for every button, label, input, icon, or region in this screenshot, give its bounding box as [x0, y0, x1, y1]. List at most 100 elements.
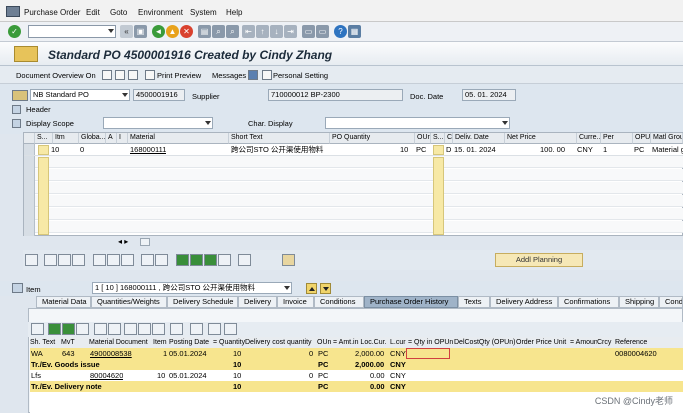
char-display-select[interactable] — [325, 117, 510, 129]
document-overview-button[interactable]: Document Overview On — [16, 71, 96, 80]
total-icon[interactable] — [218, 254, 231, 266]
last-page-icon[interactable]: ⇥ — [284, 25, 297, 38]
enter-icon[interactable]: ✓ — [8, 25, 21, 38]
unlock-icon[interactable] — [121, 254, 134, 266]
create-icon[interactable] — [102, 70, 112, 80]
cell-short-text[interactable]: 跨公司STO 公开渠使用物料 — [231, 144, 328, 155]
next-page-icon[interactable]: ↓ — [270, 25, 283, 38]
paste-row-icon[interactable] — [155, 254, 168, 266]
exit-icon[interactable]: ▲ — [166, 25, 179, 38]
select-all-header[interactable] — [24, 133, 35, 144]
details-icon[interactable] — [25, 254, 38, 266]
cell-item[interactable]: 10 — [51, 144, 59, 155]
col-delcostqty-opun[interactable]: DelCostQty (OPUn) — [454, 337, 516, 348]
addl-planning-button[interactable]: Addl Planning — [495, 253, 583, 267]
cell-oun[interactable]: PC — [416, 144, 426, 155]
info-icon[interactable] — [190, 323, 203, 335]
empty-row[interactable] — [35, 156, 683, 168]
scroll-box[interactable] — [140, 238, 150, 246]
sum-icon[interactable] — [94, 323, 107, 335]
col-amt-loc-cur[interactable]: = Amt.in Loc.Cur. — [333, 337, 390, 348]
col-qty-in-opun[interactable]: = Qty in OPUn — [408, 337, 454, 348]
col-deliv-date[interactable]: Deliv. Date — [453, 133, 505, 144]
col-mvt[interactable]: MvT — [61, 337, 89, 348]
tab-delivery-address[interactable]: Delivery Address — [490, 296, 558, 308]
col-l-cur[interactable]: L.cur — [390, 337, 408, 348]
table-row[interactable]: Tr./Ev. Delivery note 10 PC 0.00 CNY — [30, 381, 683, 392]
row-selector-column[interactable] — [24, 156, 35, 236]
col-quantity[interactable]: = Quantity — [213, 337, 245, 348]
messages-button[interactable]: Messages — [212, 71, 246, 80]
menu-goto[interactable]: Goto — [110, 8, 127, 17]
col-material-document[interactable]: Material Document — [89, 337, 153, 348]
col-material[interactable]: Material — [128, 133, 229, 144]
menu-system[interactable]: System — [190, 8, 217, 17]
col-oun[interactable]: OUn — [317, 337, 333, 348]
deselect-all-icon[interactable] — [58, 254, 71, 266]
tab-quantities-weights[interactable]: Quantities/Weights — [91, 296, 167, 308]
personal-setting-icon[interactable] — [262, 70, 272, 80]
col-crcy[interactable]: Crcy — [597, 337, 615, 348]
item-select[interactable]: 1 [ 10 ] 168000111 , 跨公司STO 公开渠使用物料 — [92, 282, 292, 294]
new-session-icon[interactable]: ▭ — [302, 25, 315, 38]
tab-purchase-order-history[interactable]: Purchase Order History — [364, 296, 458, 308]
menu-purchase-order[interactable]: Purchase Order — [24, 8, 80, 17]
cell-deliv-date[interactable]: 15. 01. 2024 — [454, 144, 496, 155]
tab-texts[interactable]: Texts — [458, 296, 490, 308]
first-page-icon[interactable]: ⇤ — [242, 25, 255, 38]
menu-environment[interactable]: Environment — [138, 8, 183, 17]
empty-row[interactable] — [35, 221, 683, 233]
col-per[interactable]: Per — [601, 133, 633, 144]
change-icon[interactable] — [115, 70, 125, 80]
select-block-icon[interactable] — [72, 254, 85, 266]
col-item[interactable]: Itm — [53, 133, 79, 144]
empty-row[interactable] — [35, 182, 683, 194]
sort-descending-icon[interactable] — [62, 323, 75, 335]
layout-menu-icon[interactable]: ▦ — [348, 25, 361, 38]
col-delivery-cost-quantity[interactable]: Delivery cost quantity — [245, 337, 317, 348]
refresh-icon[interactable] — [224, 323, 237, 335]
tab-invoice[interactable]: Invoice — [277, 296, 314, 308]
back-icon[interactable]: ◄ — [152, 25, 165, 38]
cell-material-document[interactable]: 4900008538 — [90, 348, 132, 359]
col-status[interactable]: S... — [35, 133, 53, 144]
tab-shipping[interactable]: Shipping — [619, 296, 659, 308]
cell-matl-group[interactable]: Material g — [652, 144, 683, 155]
item-detail-expand-icon[interactable] — [12, 283, 23, 293]
tab-delivery-schedule[interactable]: Delivery Schedule — [167, 296, 238, 308]
info-icon[interactable] — [248, 70, 258, 80]
tab-confirmations[interactable]: Confirmations — [558, 296, 619, 308]
delete-icon[interactable] — [93, 254, 106, 266]
tab-conditions[interactable]: Conditions — [314, 296, 364, 308]
scroll-left-right-icon[interactable]: ◂ ▸ — [118, 237, 128, 246]
planning-icon[interactable] — [282, 254, 295, 266]
filter-icon[interactable] — [76, 323, 89, 335]
col-s[interactable]: S... — [431, 133, 445, 144]
col-reference[interactable]: Reference — [615, 337, 683, 348]
next-item-button[interactable] — [320, 283, 331, 294]
save-icon[interactable]: ▣ — [134, 25, 147, 38]
personal-setting-button[interactable]: Personal Setting — [273, 71, 328, 80]
empty-row[interactable] — [35, 195, 683, 207]
display-scope-select[interactable] — [103, 117, 213, 129]
header-section-label[interactable]: Header — [26, 105, 51, 114]
print-preview-icon[interactable] — [145, 70, 155, 80]
col-global[interactable]: Globa... — [79, 133, 106, 144]
double-chevron-left-icon[interactable]: « — [120, 25, 133, 38]
menu-edit[interactable]: Edit — [86, 8, 100, 17]
col-order-price-unit[interactable]: Order Price Unit — [516, 337, 570, 348]
col-sh-text[interactable]: Sh. Text — [30, 337, 61, 348]
cell-currency[interactable]: CNY — [577, 144, 593, 155]
cell-po-quantity[interactable]: 10 — [400, 144, 408, 155]
cell-per[interactable]: 1 — [603, 144, 607, 155]
table-row[interactable]: 10 0 168000111 跨公司STO 公开渠使用物料 10 PC D 15… — [24, 144, 683, 156]
cell-opu[interactable]: PC — [634, 144, 644, 155]
conditions-icon[interactable] — [238, 254, 251, 266]
cell-net-price[interactable]: 100. 00 — [540, 144, 565, 155]
views-icon[interactable] — [138, 323, 151, 335]
export-icon[interactable] — [152, 323, 165, 335]
table-row[interactable]: Lfs 80004620 10 05.01.2024 10 0 PC 0.00 … — [30, 370, 683, 381]
col-net-price[interactable]: Net Price — [505, 133, 577, 144]
empty-row[interactable] — [35, 169, 683, 181]
tab-delivery[interactable]: Delivery — [238, 296, 277, 308]
